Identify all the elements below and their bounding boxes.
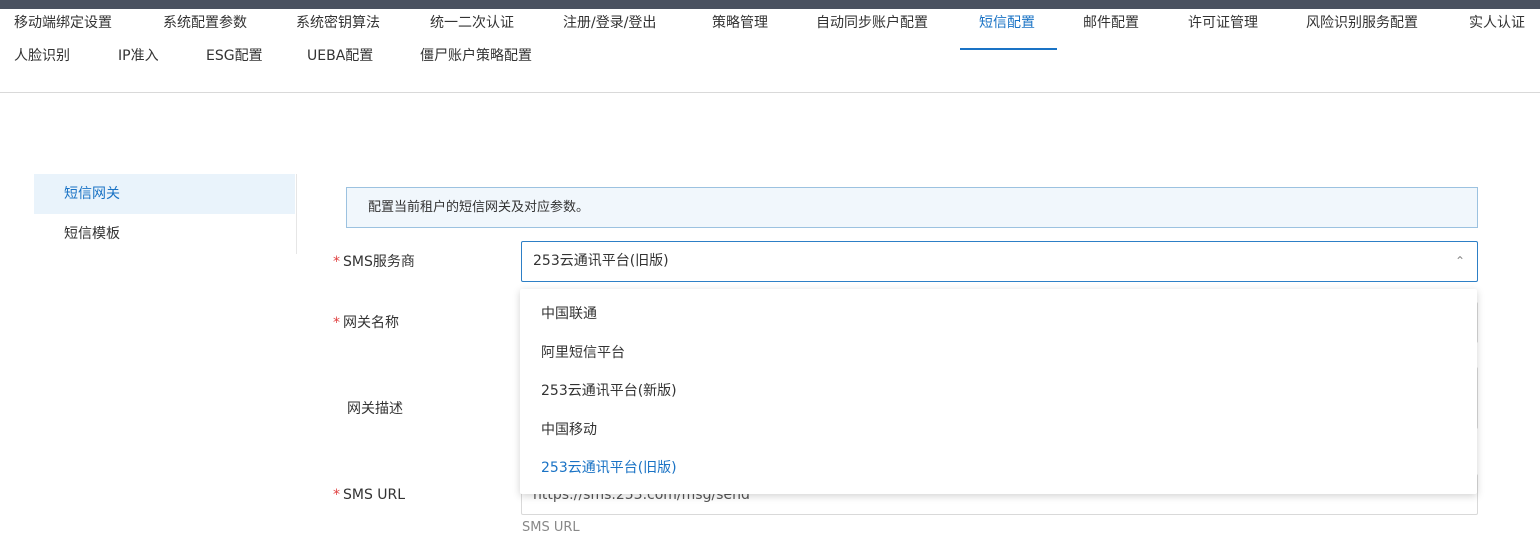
- tab-license[interactable]: 许可证管理: [1188, 13, 1258, 33]
- tab-ueba[interactable]: UEBA配置: [307, 46, 373, 66]
- provider-select-value: 253云通讯平台(旧版): [533, 253, 669, 269]
- dropdown-option[interactable]: 阿里短信平台: [520, 334, 1477, 372]
- required-mark: *: [333, 487, 340, 503]
- dropdown-option[interactable]: 中国移动: [520, 411, 1477, 449]
- required-mark: *: [333, 254, 340, 270]
- gateway-desc-label: 网关描述: [347, 401, 403, 417]
- dropdown-option[interactable]: 中国联通: [520, 295, 1477, 333]
- tab-mail-config[interactable]: 邮件配置: [1083, 13, 1139, 33]
- sms-url-label: * SMS URL: [333, 487, 406, 503]
- required-mark: *: [333, 315, 340, 331]
- top-bar: [0, 0, 1540, 9]
- tab-mobile-binding[interactable]: 移动端绑定设置: [14, 13, 112, 33]
- tab-policy[interactable]: 策略管理: [712, 13, 768, 33]
- sidebar: 短信网关 短信模板: [34, 174, 297, 254]
- tab-sms-config[interactable]: 短信配置: [979, 13, 1035, 33]
- tab-ip-access[interactable]: IP准入: [118, 46, 159, 66]
- tab-secondary-auth[interactable]: 统一二次认证: [430, 13, 514, 33]
- dropdown-option-selected[interactable]: 253云通讯平台(旧版): [520, 449, 1477, 487]
- tab-system-params[interactable]: 系统配置参数: [163, 13, 247, 33]
- tab-esg[interactable]: ESG配置: [206, 46, 263, 66]
- active-tab-indicator: [960, 48, 1057, 50]
- tab-face-recognition[interactable]: 人脸识别: [14, 46, 70, 66]
- config-tabs: 移动端绑定设置 系统配置参数 系统密钥算法 统一二次认证 注册/登录/登出 策略…: [0, 9, 1540, 93]
- provider-dropdown-menu: 中国联通 阿里短信平台 253云通讯平台(新版) 中国移动 253云通讯平台(旧…: [520, 289, 1477, 494]
- chevron-up-icon: ⌃: [1454, 254, 1465, 268]
- sms-url-hint: SMS URL: [522, 520, 580, 535]
- dropdown-option[interactable]: 253云通讯平台(新版): [520, 372, 1477, 410]
- sidebar-item-sms-gateway[interactable]: 短信网关: [34, 174, 295, 214]
- gateway-name-label: * 网关名称: [333, 315, 399, 331]
- tab-risk-service[interactable]: 风险识别服务配置: [1306, 13, 1418, 33]
- provider-label: * SMS服务商: [333, 254, 415, 270]
- provider-select[interactable]: 253云通讯平台(旧版) ⌃: [521, 241, 1478, 282]
- tab-real-person-auth[interactable]: 实人认证: [1469, 13, 1525, 33]
- tab-zombie-account[interactable]: 僵尸账户策略配置: [420, 46, 532, 66]
- info-notice: 配置当前租户的短信网关及对应参数。: [346, 187, 1478, 228]
- tab-register-login[interactable]: 注册/登录/登出: [563, 13, 656, 33]
- tab-account-sync[interactable]: 自动同步账户配置: [816, 13, 928, 33]
- sidebar-item-sms-template[interactable]: 短信模板: [34, 214, 295, 254]
- tab-key-algorithm[interactable]: 系统密钥算法: [296, 13, 380, 33]
